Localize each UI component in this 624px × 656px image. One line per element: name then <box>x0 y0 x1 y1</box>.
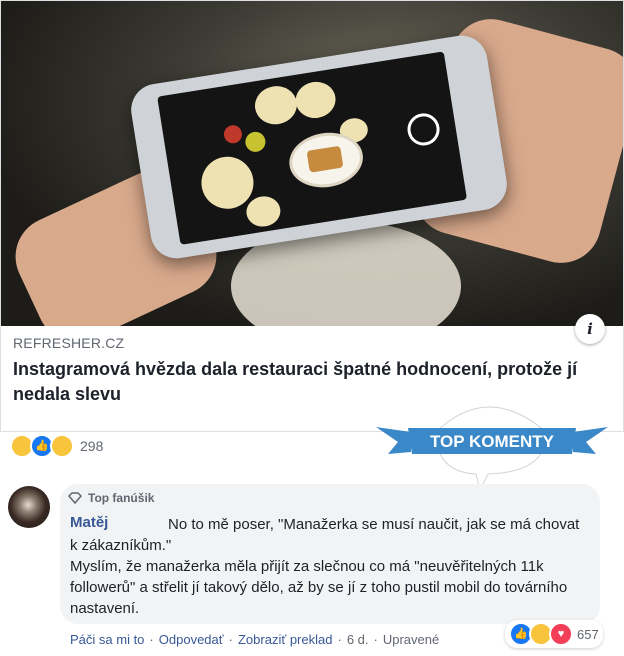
comment-text: No to mě poser, "Manažerka se musí nauči… <box>70 516 580 617</box>
link-preview-card[interactable]: i REFRESHER.CZ Instagramová hvězda dala … <box>0 0 624 432</box>
link-source: REFRESHER.CZ <box>13 335 125 351</box>
edited-label[interactable]: Upravené <box>383 632 439 647</box>
love-icon: ♥ <box>549 622 573 646</box>
translate-action[interactable]: Zobraziť preklad <box>238 632 332 647</box>
comment-age[interactable]: 6 d. <box>347 632 369 647</box>
comment-reaction-count: 657 <box>577 626 599 642</box>
like-action[interactable]: Páči sa mi to <box>70 632 144 647</box>
comment-actions: Páči sa mi to · Odpovedať · Zobraziť pre… <box>70 632 440 647</box>
reaction-count[interactable]: 298 <box>80 438 103 454</box>
banner-text: TOP KOMENTY <box>430 432 555 451</box>
sad-icon <box>50 434 74 458</box>
diamond-icon <box>68 492 82 504</box>
top-fan-badge: Top fanúšik <box>68 491 154 505</box>
comment-bubble: Top fanúšik Matěj No to mě poser, "Manaž… <box>60 484 600 624</box>
comment-reactions[interactable]: 👍 ♥ 657 <box>505 620 603 648</box>
phone-screen <box>157 51 468 245</box>
post-reactions[interactable]: 👍 298 <box>10 433 103 459</box>
avatar[interactable] <box>8 486 50 528</box>
top-komenty-badge: TOP KOMENTY <box>376 406 608 492</box>
shutter-icon <box>405 111 442 148</box>
article-photo <box>1 1 623 326</box>
reply-action[interactable]: Odpovedať <box>159 632 224 647</box>
info-icon[interactable]: i <box>575 314 605 344</box>
